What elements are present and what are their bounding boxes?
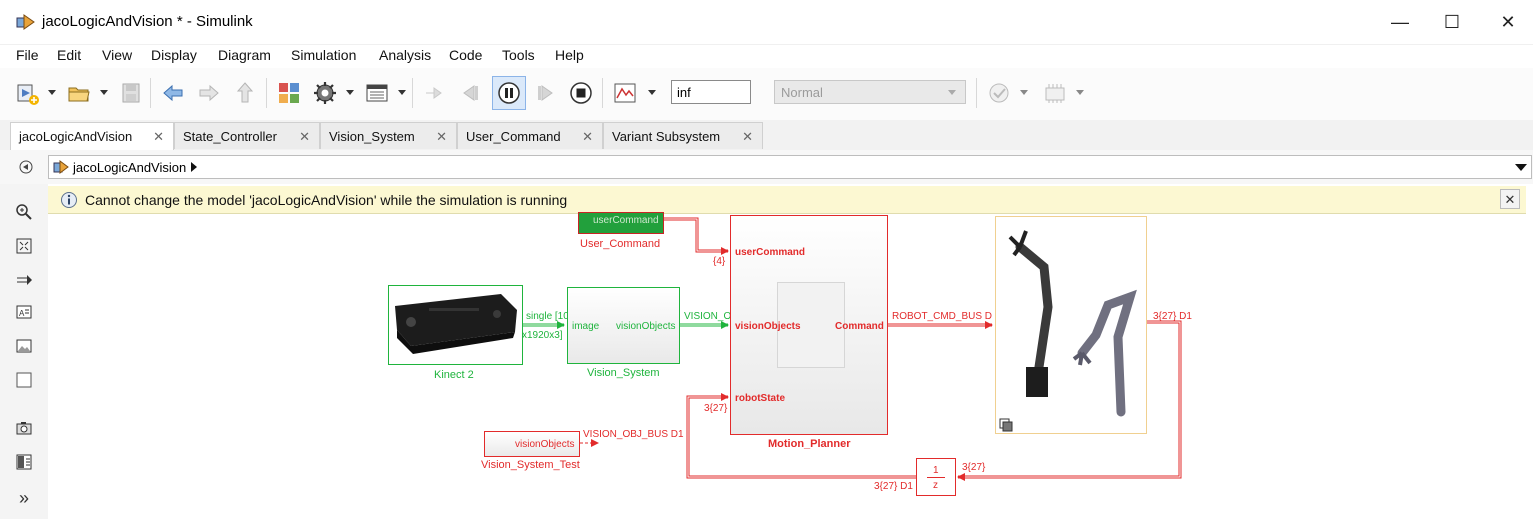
delay-numerator: 1 [933, 465, 939, 476]
block-name: Vision_System_Test [481, 459, 580, 471]
kinect-sensor-image [395, 294, 517, 354]
signal-dim-label: 3{27} [704, 403, 728, 414]
port-label: userCommand [735, 247, 806, 258]
signal-label: x1920x3] [522, 330, 563, 341]
block-name: Motion_Planner [768, 438, 851, 450]
delay-denominator: z [933, 480, 938, 491]
signal-label: VISION_OBJ_BUS D1 [583, 429, 684, 440]
vision-system-test-block[interactable]: visionObjects [484, 431, 580, 457]
port-label: visionObjects [735, 321, 801, 332]
motion-planner-block[interactable]: userCommand visionObjects robotState Com… [730, 215, 888, 435]
fraction-bar [927, 477, 945, 478]
robot-plant-block[interactable] [995, 216, 1147, 434]
port-label: visionObjects [515, 439, 575, 450]
vision-system-block[interactable]: image visionObjects [567, 287, 680, 364]
signal-label: 3{27} D1 [874, 481, 913, 492]
port-label: visionObjects [616, 321, 676, 332]
port-label: robotState [735, 393, 785, 404]
block-name: User_Command [580, 238, 661, 250]
signal-label: ROBOT_CMD_BUS D [892, 311, 993, 322]
signal-label: 3{27} D1 [1153, 311, 1192, 322]
user-command-block[interactable]: userCommand [578, 212, 664, 234]
block-name: Vision_System [587, 367, 660, 379]
signal-user-command[interactable] [664, 217, 728, 253]
kinect-block[interactable] [388, 285, 523, 365]
port-label: Command [835, 321, 884, 332]
unit-delay-block[interactable]: 1 z [916, 458, 956, 496]
signal-dim-label: {4} [713, 256, 726, 267]
port-label: image [572, 321, 600, 332]
jaco-robot-arm-image [999, 230, 1137, 432]
signal-label: 3{27} [962, 462, 986, 473]
block-name: Kinect 2 [434, 369, 474, 381]
port-label: userCommand [593, 215, 659, 226]
